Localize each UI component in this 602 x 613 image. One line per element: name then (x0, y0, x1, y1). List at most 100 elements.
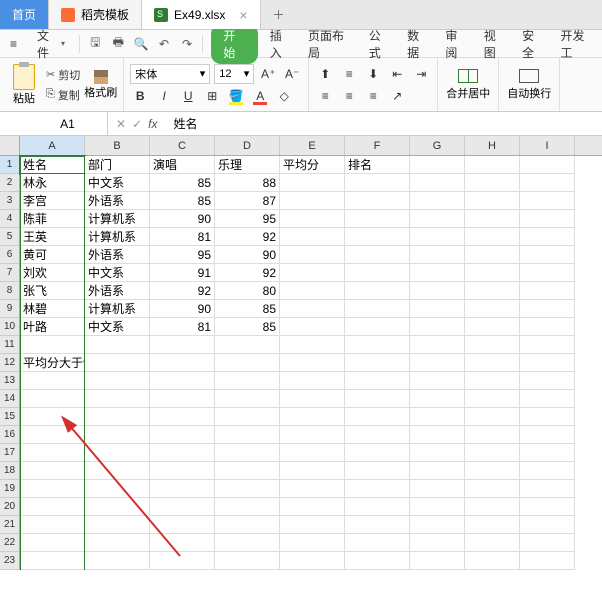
cell[interactable]: 王英 (20, 228, 85, 246)
cell[interactable] (150, 444, 215, 462)
cell[interactable] (20, 552, 85, 570)
cell[interactable] (280, 426, 345, 444)
cell[interactable] (280, 228, 345, 246)
cell[interactable] (345, 354, 410, 372)
cell[interactable] (215, 408, 280, 426)
cell[interactable] (410, 318, 465, 336)
row-header[interactable]: 1 (0, 156, 19, 174)
cell[interactable] (520, 444, 575, 462)
undo-icon[interactable]: ↶ (157, 36, 172, 52)
cell[interactable] (410, 498, 465, 516)
cell[interactable] (520, 426, 575, 444)
bold-button[interactable]: B (130, 86, 150, 106)
cell[interactable] (520, 498, 575, 516)
row-header[interactable]: 19 (0, 480, 19, 498)
formula-input[interactable]: 姓名 (165, 115, 602, 132)
cell[interactable] (465, 336, 520, 354)
cell[interactable] (465, 498, 520, 516)
cell[interactable]: 陈菲 (20, 210, 85, 228)
cell[interactable] (520, 210, 575, 228)
row-header[interactable]: 3 (0, 192, 19, 210)
border-button[interactable]: ⊞ (202, 86, 222, 106)
row-header[interactable]: 14 (0, 390, 19, 408)
cell[interactable] (520, 516, 575, 534)
cell[interactable]: 90 (150, 300, 215, 318)
cell[interactable] (150, 516, 215, 534)
row-header[interactable]: 20 (0, 498, 19, 516)
cell[interactable] (215, 426, 280, 444)
column-header-I[interactable]: I (520, 136, 575, 155)
cell[interactable]: 林永 (20, 174, 85, 192)
wrap-text-button[interactable]: 自动换行 (505, 69, 553, 101)
cell[interactable] (85, 444, 150, 462)
cell[interactable] (345, 174, 410, 192)
cell[interactable] (465, 390, 520, 408)
cell[interactable] (280, 516, 345, 534)
underline-button[interactable]: U (178, 86, 198, 106)
cell[interactable] (465, 534, 520, 552)
cancel-icon[interactable]: ✕ (116, 117, 126, 131)
cell[interactable] (150, 426, 215, 444)
cell[interactable] (465, 318, 520, 336)
cell[interactable] (280, 444, 345, 462)
column-header-A[interactable]: A (20, 136, 85, 155)
cell[interactable] (20, 444, 85, 462)
cell[interactable] (465, 372, 520, 390)
cell[interactable] (410, 264, 465, 282)
column-header-D[interactable]: D (215, 136, 280, 155)
cells-area[interactable]: 姓名部门演唱乐理平均分排名林永中文系8588李宫外语系8587陈菲计算机系909… (20, 156, 602, 570)
menu-security[interactable]: 安全 (518, 25, 548, 63)
paste-button[interactable]: 粘贴 (6, 64, 42, 106)
cell[interactable] (410, 408, 465, 426)
cell[interactable] (215, 336, 280, 354)
cell[interactable] (520, 156, 575, 174)
cell[interactable] (345, 264, 410, 282)
cell[interactable] (150, 390, 215, 408)
cell[interactable] (150, 498, 215, 516)
cell[interactable]: 80 (215, 282, 280, 300)
cell[interactable]: 中文系 (85, 174, 150, 192)
row-header[interactable]: 18 (0, 462, 19, 480)
cell[interactable] (410, 534, 465, 552)
cell[interactable] (465, 462, 520, 480)
cell[interactable] (345, 408, 410, 426)
row-header[interactable]: 4 (0, 210, 19, 228)
align-center-button[interactable]: ≡ (339, 86, 359, 106)
preview-icon[interactable]: 🔍 (134, 36, 149, 52)
cell[interactable] (410, 228, 465, 246)
cell[interactable]: 平均分 (280, 156, 345, 174)
select-all-corner[interactable] (0, 136, 20, 155)
menu-formula[interactable]: 公式 (365, 25, 395, 63)
cell[interactable] (465, 282, 520, 300)
redo-icon[interactable]: ↷ (180, 36, 195, 52)
cell[interactable] (20, 372, 85, 390)
cell[interactable] (85, 372, 150, 390)
cell[interactable]: 90 (215, 246, 280, 264)
column-header-H[interactable]: H (465, 136, 520, 155)
cell[interactable] (280, 318, 345, 336)
confirm-icon[interactable]: ✓ (132, 117, 142, 131)
cell[interactable] (20, 516, 85, 534)
column-header-C[interactable]: C (150, 136, 215, 155)
cell[interactable] (280, 534, 345, 552)
row-header[interactable]: 22 (0, 534, 19, 552)
cell[interactable] (345, 372, 410, 390)
cell[interactable] (150, 534, 215, 552)
cell[interactable] (215, 462, 280, 480)
cell[interactable] (410, 480, 465, 498)
cell[interactable] (410, 354, 465, 372)
cell[interactable]: 计算机系 (85, 210, 150, 228)
cell[interactable] (280, 210, 345, 228)
cell[interactable] (410, 426, 465, 444)
cell[interactable] (345, 534, 410, 552)
row-header[interactable]: 23 (0, 552, 19, 570)
cell[interactable] (410, 444, 465, 462)
cell[interactable] (410, 282, 465, 300)
cell[interactable] (85, 480, 150, 498)
cell[interactable] (410, 372, 465, 390)
cell[interactable] (280, 336, 345, 354)
cell[interactable] (465, 174, 520, 192)
cell[interactable] (150, 372, 215, 390)
cell[interactable]: 85 (150, 192, 215, 210)
row-header[interactable]: 9 (0, 300, 19, 318)
